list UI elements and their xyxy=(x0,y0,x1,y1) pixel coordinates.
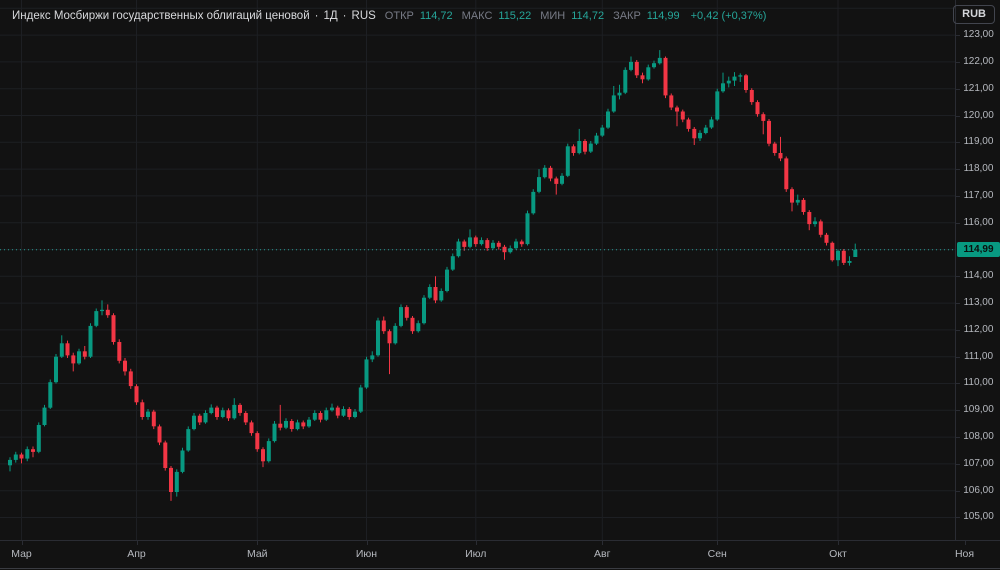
time-axis-tick xyxy=(964,541,966,545)
price-axis-label: 107,00 xyxy=(963,457,994,469)
price-axis-label: 113,00 xyxy=(963,297,994,309)
price-axis-tick xyxy=(956,463,960,465)
time-axis-tick xyxy=(257,541,259,545)
high-label: МАКС xyxy=(461,10,493,22)
time-axis[interactable]: Мар Апр Май Июн Июл Авг Сен Окт Ноя xyxy=(0,540,1000,570)
time-axis-label-Июл: Июл xyxy=(465,548,487,560)
price-axis-label: 117,00 xyxy=(963,189,994,201)
chart-plot-area[interactable]: Индекс Мосбиржи государственных облигаци… xyxy=(0,0,955,540)
price-axis-label: 119,00 xyxy=(963,136,994,148)
change-value: +0,42 (+0,37%) xyxy=(690,10,767,22)
price-axis-tick xyxy=(956,303,960,305)
legend-separator: · xyxy=(342,10,347,22)
time-axis-label-Май: Май xyxy=(246,548,268,560)
close-label: ЗАКР xyxy=(613,10,641,22)
time-axis-tick xyxy=(838,541,839,545)
last-price-label: 114,99 xyxy=(957,242,1000,258)
time-axis-tick xyxy=(602,541,604,545)
close-value: 114,99 xyxy=(646,10,680,22)
price-axis-label: 105,00 xyxy=(963,511,994,523)
time-axis-tick xyxy=(136,541,138,545)
price-axis-label: 121,00 xyxy=(963,82,994,94)
exchange-code: RUS xyxy=(351,10,376,22)
price-axis-tick xyxy=(956,356,960,358)
time-axis-label-Июн: Июн xyxy=(355,548,378,560)
time-axis-tick xyxy=(366,541,368,545)
price-axis-tick xyxy=(956,276,960,278)
time-axis-tick xyxy=(717,541,719,545)
time-axis-label-Мар: Мар xyxy=(11,548,32,560)
time-axis-label-Апр: Апр xyxy=(127,548,146,560)
price-axis-tick xyxy=(956,115,960,117)
price-axis-label: 108,00 xyxy=(963,431,994,443)
time-axis-label-Ноя: Ноя xyxy=(954,548,975,560)
open-value: 114,72 xyxy=(419,10,453,22)
price-axis-tick xyxy=(956,169,960,171)
price-axis-tick xyxy=(956,61,960,63)
price-axis-tick xyxy=(956,88,960,90)
price-axis-label: 110,00 xyxy=(963,377,994,389)
price-axis-tick xyxy=(956,222,960,224)
price-axis-tick xyxy=(956,517,960,519)
time-axis-label-Авг: Авг xyxy=(594,548,611,560)
price-axis-tick xyxy=(956,329,960,331)
price-axis-label: 106,00 xyxy=(963,484,994,496)
price-axis-label: 111,00 xyxy=(963,350,994,362)
price-axis-tick xyxy=(956,195,960,197)
price-axis-tick xyxy=(956,410,960,412)
high-value: 115,22 xyxy=(498,10,532,22)
chart-legend: Индекс Мосбиржи государственных облигаци… xyxy=(12,8,766,24)
legend-separator: · xyxy=(314,10,319,22)
price-axis-tick xyxy=(956,437,960,439)
trading-chart-window: Индекс Мосбиржи государственных облигаци… xyxy=(0,0,1000,570)
price-axis-label: 122,00 xyxy=(963,55,994,67)
time-axis-label-Сен: Сен xyxy=(707,548,727,560)
timeframe-label[interactable]: 1Д xyxy=(323,10,337,22)
price-axis-label: 116,00 xyxy=(963,216,994,228)
price-axis[interactable]: 114,99 123,00 122,00 121,00 120,00 119,00 118… xyxy=(955,0,1000,540)
price-axis-label: 118,00 xyxy=(963,163,994,175)
bottom-edge-divider xyxy=(0,568,1000,569)
price-axis-tick xyxy=(956,383,960,385)
price-axis-label: 109,00 xyxy=(963,404,994,416)
open-label: ОТКР xyxy=(384,10,414,22)
time-axis-label-Окт: Окт xyxy=(829,548,847,560)
price-axis-label: 114,00 xyxy=(963,270,994,282)
time-axis-tick xyxy=(475,541,477,545)
price-axis-tick xyxy=(956,490,960,492)
currency-button[interactable]: RUB xyxy=(953,5,995,24)
time-axis-tick xyxy=(21,541,23,545)
price-axis-tick xyxy=(956,35,960,37)
candlestick-chart[interactable] xyxy=(0,0,955,540)
price-axis-label: 112,00 xyxy=(963,323,994,335)
price-axis-label: 120,00 xyxy=(963,109,994,121)
symbol-title[interactable]: Индекс Мосбиржи государственных облигаци… xyxy=(12,10,310,22)
price-axis-label: 123,00 xyxy=(963,29,994,41)
low-label: МИН xyxy=(540,10,566,22)
price-axis-tick xyxy=(956,142,960,144)
low-value: 114,72 xyxy=(571,10,605,22)
